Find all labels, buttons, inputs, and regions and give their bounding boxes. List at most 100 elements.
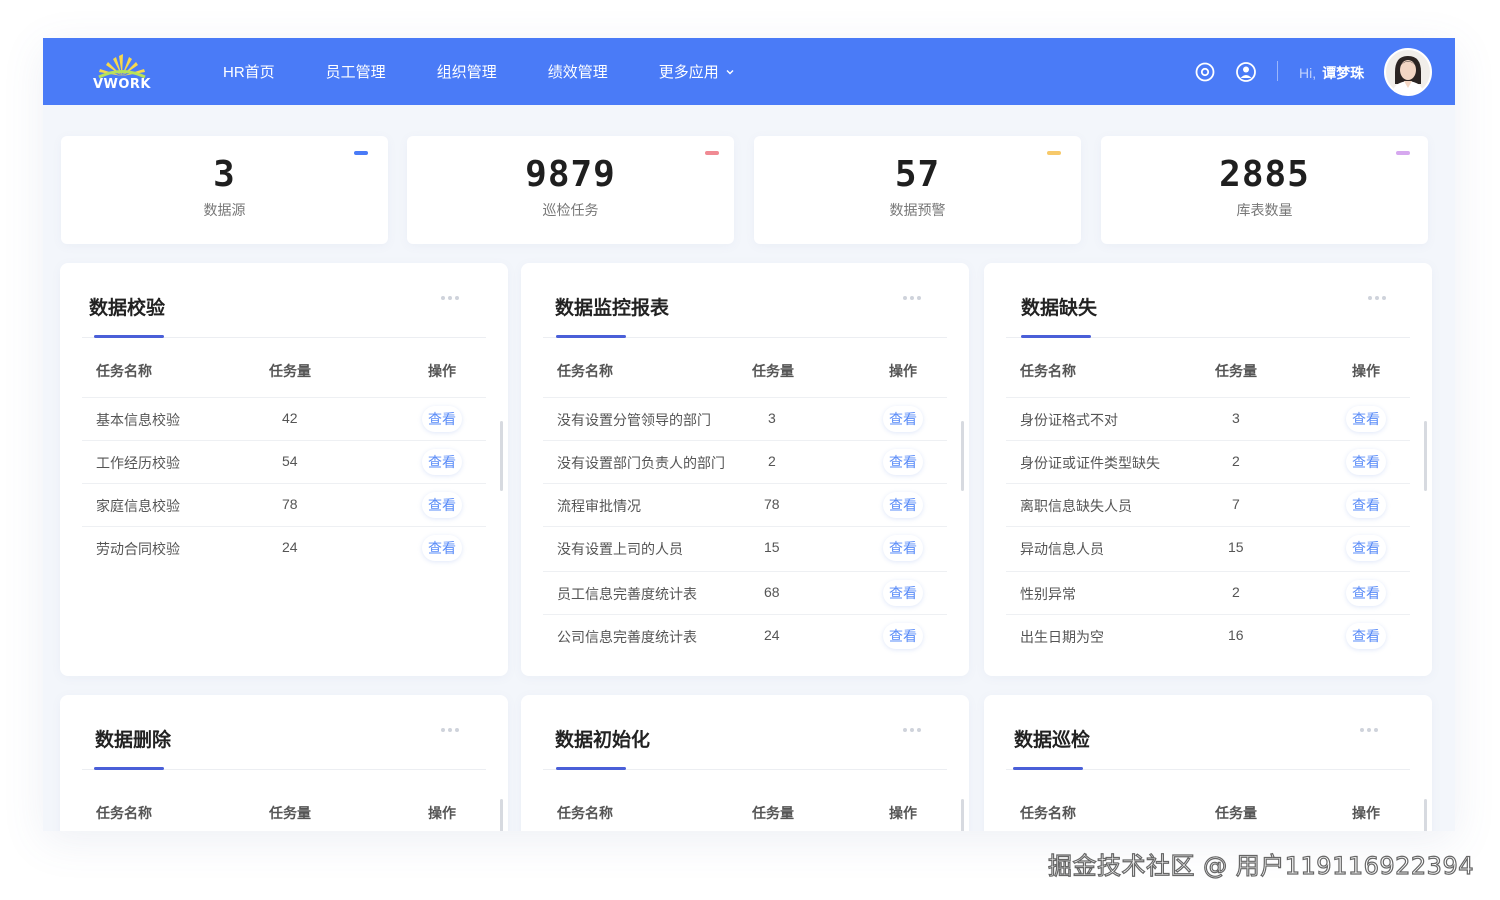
task-count: 3 [1232,410,1240,426]
table-row: 员工信息完善度统计表 68 查看 [543,571,947,614]
more-options-icon[interactable] [903,721,927,732]
col-header-task-name: 任务名称 [557,363,613,379]
task-count: 24 [764,627,780,643]
view-button[interactable]: 查看 [1346,623,1386,649]
settings-icon[interactable] [1194,61,1216,83]
view-button[interactable]: 查看 [422,406,462,432]
table-header: 任务名称 任务量 操作 [521,361,969,381]
view-button[interactable]: 查看 [883,580,923,606]
scrollbar[interactable] [1424,421,1427,491]
nav-label: 员工管理 [325,64,386,81]
panel-data-validation: 数据校验 任务名称 任务量 操作 基本信息校验 42 查看 工作经历校验 54 … [60,263,508,676]
user-greeting[interactable]: Hi, 谭梦珠 [1299,63,1364,83]
view-button[interactable]: 查看 [422,492,462,518]
stat-card-data-alerts[interactable]: 57 数据预警 [754,136,1081,244]
stat-value: 57 [894,154,941,195]
panel-title: 数据巡检 [1014,730,1091,751]
nav-performance-management[interactable]: 绩效管理 [548,61,608,82]
scrollbar[interactable] [961,799,964,831]
logo-text: VWORK [92,77,152,92]
col-header-action: 操作 [1352,805,1380,821]
col-header-task-name: 任务名称 [96,805,152,821]
task-count: 15 [1228,539,1244,555]
panel-title-underline [556,335,626,338]
nav-employee-management[interactable]: 员工管理 [326,61,386,82]
table-row: 没有设置部门负责人的部门 2 查看 [543,440,947,483]
panel-title-underline [94,767,164,770]
stat-label: 巡检任务 [542,202,599,218]
panel-title-underline [1021,335,1091,338]
task-name: 身份证格式不对 [1020,412,1118,428]
more-options-icon[interactable] [1368,289,1392,300]
more-options-icon[interactable] [441,721,465,732]
stat-value: 2885 [1219,154,1310,195]
task-count: 3 [768,410,776,426]
panel-data-inspection: 数据巡检 任务名称 任务量 操作 [984,695,1432,831]
toolbar-divider [1277,61,1278,81]
task-name: 离职信息缺失人员 [1020,498,1132,514]
col-header-action: 操作 [428,805,456,821]
panel-title: 数据初始化 [555,730,651,751]
view-button[interactable]: 查看 [422,535,462,561]
scrollbar[interactable] [1424,799,1427,831]
stat-accent-mark [354,151,368,155]
more-options-icon[interactable] [1360,721,1384,732]
task-count: 16 [1228,627,1244,643]
col-header-task-count: 任务量 [1215,363,1257,379]
panel-title: 数据缺失 [1021,298,1098,319]
view-button[interactable]: 查看 [883,492,923,518]
view-button[interactable]: 查看 [883,449,923,475]
scrollbar[interactable] [500,421,503,491]
scrollbar[interactable] [961,421,964,491]
nav-more-apps[interactable]: 更多应用 [659,61,735,82]
vwork-logo[interactable]: VWORK [91,50,153,94]
table-header: 任务名称 任务量 操作 [60,803,508,823]
more-options-icon[interactable] [903,289,927,300]
col-header-task-count: 任务量 [269,363,311,379]
table-row: 公司信息完善度统计表 24 查看 [543,614,947,657]
view-button[interactable]: 查看 [1346,449,1386,475]
panel-title-underline [94,335,164,338]
col-header-task-count: 任务量 [752,363,794,379]
panel-missing-data: 数据缺失 任务名称 任务量 操作 身份证格式不对 3 查看 身份证或证件类型缺失… [984,263,1432,676]
table-row: 身份证或证件类型缺失 2 查看 [1006,440,1410,483]
stat-accent-mark [1047,151,1061,155]
task-count: 2 [1232,584,1240,600]
task-name: 劳动合同校验 [96,541,180,557]
col-header-task-count: 任务量 [269,805,311,821]
view-button[interactable]: 查看 [1346,580,1386,606]
table-header: 任务名称 任务量 操作 [521,803,969,823]
col-header-task-name: 任务名称 [1020,805,1076,821]
nav-org-management[interactable]: 组织管理 [437,61,497,82]
view-button[interactable]: 查看 [1346,406,1386,432]
view-button[interactable]: 查看 [883,406,923,432]
task-name: 员工信息完善度统计表 [557,586,697,602]
view-button[interactable]: 查看 [1346,492,1386,518]
stat-card-datasources[interactable]: 3 数据源 [61,136,388,244]
app-window: VWORK HR首页 员工管理 组织管理 绩效管理 更多应用 Hi, 谭梦珠 3… [43,38,1455,831]
task-name: 出生日期为空 [1020,629,1104,645]
more-options-icon[interactable] [441,289,465,300]
stat-label: 数据预警 [889,202,946,218]
stat-card-table-count[interactable]: 2885 库表数量 [1101,136,1428,244]
view-button[interactable]: 查看 [1346,535,1386,561]
scrollbar[interactable] [500,799,503,831]
top-navbar: VWORK HR首页 员工管理 组织管理 绩效管理 更多应用 Hi, 谭梦珠 [43,38,1455,105]
nav-label: 绩效管理 [547,64,608,81]
task-count: 42 [282,410,298,426]
task-name: 没有设置部门负责人的部门 [557,455,725,471]
stat-label: 库表数量 [1236,202,1293,218]
task-name: 工作经历校验 [96,455,180,471]
view-button[interactable]: 查看 [883,535,923,561]
task-count: 15 [764,539,780,555]
stat-card-inspection-tasks[interactable]: 9879 巡检任务 [407,136,734,244]
nav-hr-home[interactable]: HR首页 [223,61,275,82]
task-name: 没有设置上司的人员 [557,541,683,557]
avatar[interactable] [1384,48,1432,96]
view-button[interactable]: 查看 [883,623,923,649]
view-button[interactable]: 查看 [422,449,462,475]
col-header-task-count: 任务量 [1215,805,1257,821]
user-name: 谭梦珠 [1322,65,1365,81]
user-icon[interactable] [1235,61,1257,83]
task-count: 78 [764,496,780,512]
